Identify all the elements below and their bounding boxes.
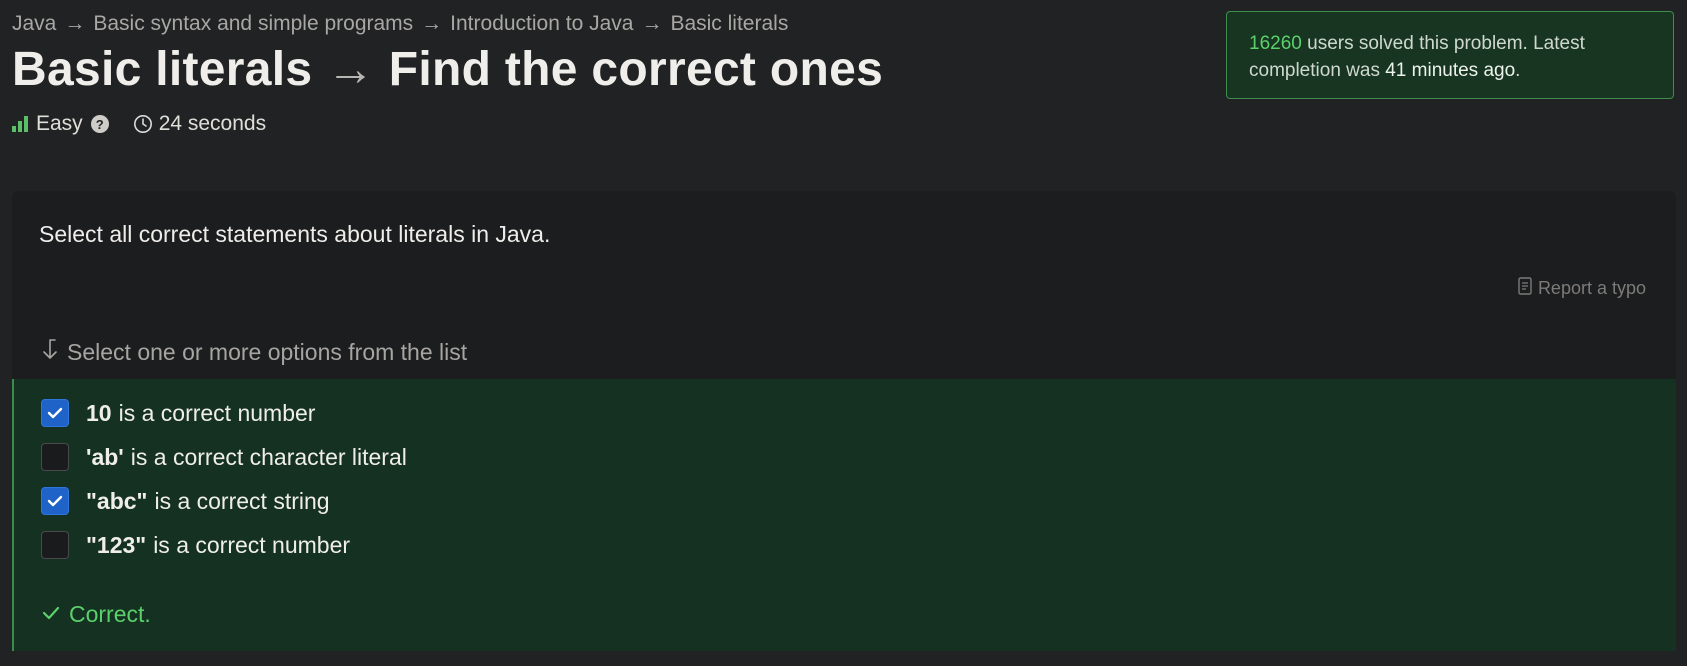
document-icon (1518, 277, 1532, 300)
solved-end: . (1515, 60, 1521, 81)
breadcrumb-item-java[interactable]: Java (12, 12, 56, 36)
option-item[interactable]: "abc" is a correct string (41, 485, 330, 517)
option-text: is a correct string (154, 487, 330, 514)
report-typo-link[interactable]: Report a typo (1518, 277, 1646, 300)
option-item[interactable]: "123" is a correct number (41, 529, 350, 561)
checkbox-checked[interactable] (41, 487, 69, 515)
option-text: is a correct character literal (130, 443, 407, 470)
options-list: 10 is a correct number 'ab' is a correct… (12, 379, 1676, 651)
breadcrumb-separator: → (641, 12, 663, 35)
option-text: is a correct number (118, 399, 316, 426)
check-icon (41, 601, 61, 628)
checkmark-icon (47, 495, 63, 507)
result-status: Correct. (41, 601, 151, 628)
option-text: is a correct number (153, 531, 351, 558)
select-hint: Select one or more options from the list (39, 337, 467, 367)
breadcrumb-item-basic-literals[interactable]: Basic literals (670, 12, 788, 36)
option-code: 10 (86, 399, 112, 426)
question-text: Select all correct statements about lite… (39, 221, 551, 247)
checkbox-unchecked[interactable] (41, 531, 69, 559)
difficulty-bars-icon (12, 116, 28, 132)
page-title: Basic literals → Find the correct ones (12, 42, 883, 97)
question-card: Select all correct statements about lite… (12, 191, 1676, 651)
option-item[interactable]: 10 is a correct number (41, 397, 315, 429)
checkbox-unchecked[interactable] (41, 443, 69, 471)
latest-completion-time: 41 minutes ago (1385, 60, 1516, 81)
solved-count: 16260 (1249, 33, 1302, 54)
breadcrumb-separator: → (64, 12, 86, 35)
option-item[interactable]: 'ab' is a correct character literal (41, 441, 407, 473)
checkbox-checked[interactable] (41, 399, 69, 427)
problem-page: Java → Basic syntax and simple programs … (0, 0, 1687, 666)
difficulty-label: Easy (36, 112, 83, 135)
clock-icon (133, 114, 153, 134)
option-code: 'ab' (86, 443, 124, 470)
option-code: "abc" (86, 487, 148, 514)
solved-stats-box: 16260 users solved this problem. Latest … (1226, 11, 1674, 99)
arrow-down-icon (39, 337, 59, 367)
title-topic: Basic literals (12, 43, 313, 96)
title-arrow: → (326, 43, 375, 96)
result-label: Correct. (69, 601, 151, 627)
breadcrumb: Java → Basic syntax and simple programs … (12, 12, 788, 36)
help-icon[interactable]: ? (90, 115, 109, 133)
breadcrumb-item-basic-syntax[interactable]: Basic syntax and simple programs (93, 12, 413, 36)
report-typo-label: Report a typo (1537, 278, 1646, 298)
breadcrumb-separator: → (421, 12, 443, 35)
select-hint-label: Select one or more options from the list (67, 338, 468, 365)
time-label: 24 seconds (158, 112, 267, 135)
breadcrumb-item-introduction[interactable]: Introduction to Java (450, 12, 633, 36)
problem-meta: Easy ? 24 seconds (12, 112, 266, 136)
title-problem: Find the correct ones (388, 43, 884, 96)
option-code: "123" (86, 531, 147, 558)
checkmark-icon (47, 407, 63, 419)
